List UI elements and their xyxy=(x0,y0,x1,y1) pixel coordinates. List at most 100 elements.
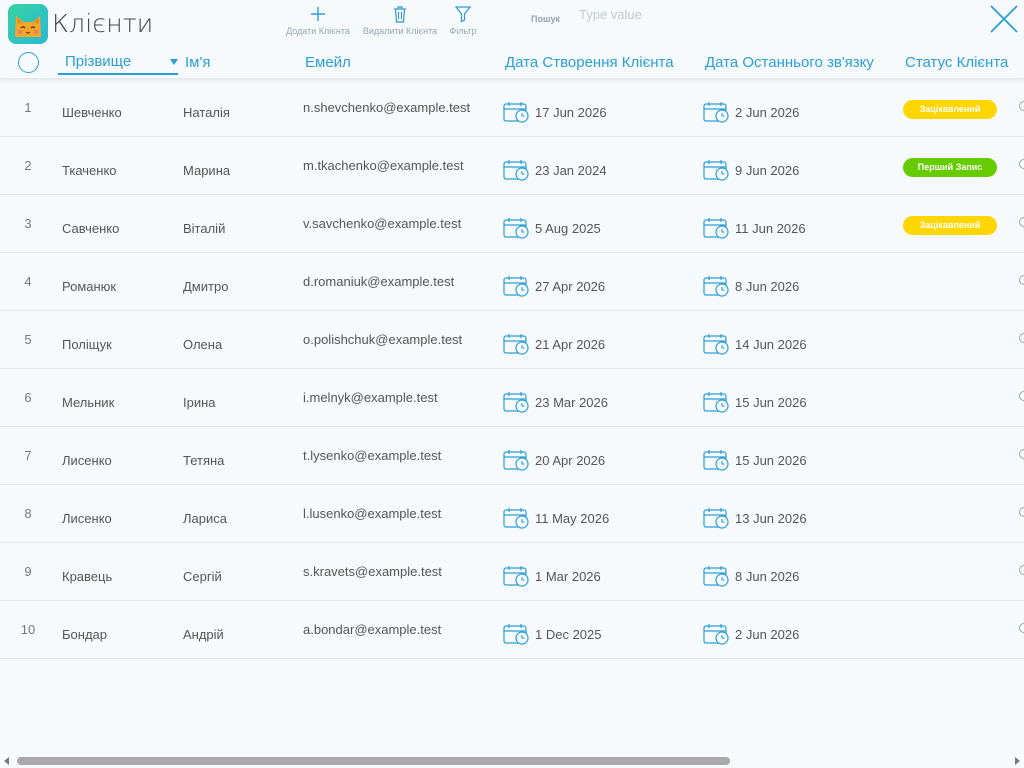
horizontal-scrollbar[interactable] xyxy=(0,754,1024,768)
column-header-last-contact[interactable]: Дата Останнього зв'язку xyxy=(705,54,874,71)
row-action-icon[interactable] xyxy=(1019,101,1024,111)
table-row[interactable]: 1 Шевченко Наталія n.shevchenko@example.tes… xyxy=(0,79,1024,137)
scroll-left-arrow-icon[interactable] xyxy=(4,757,9,765)
calendar-clock-icon xyxy=(503,564,531,591)
row-action-icon[interactable] xyxy=(1019,217,1024,227)
table-row[interactable]: 7 Лисенко Тетяна t.lysenko@example.test 20 A… xyxy=(0,427,1024,485)
created-date-text: 23 Mar 2026 xyxy=(535,395,608,410)
calendar-clock-icon xyxy=(703,158,731,185)
last-contact-date-text: 9 Jun 2026 xyxy=(735,163,800,178)
row-action-icon[interactable] xyxy=(1019,275,1024,285)
row-action-icon[interactable] xyxy=(1019,565,1024,575)
created-date-text: 1 Mar 2026 xyxy=(535,569,601,584)
status-badge[interactable]: Зацікавлений xyxy=(903,216,997,235)
last-contact-date-text: 11 Jun 2026 xyxy=(735,221,806,236)
row-action-icon[interactable] xyxy=(1019,449,1024,459)
last-name-cell: Поліщук xyxy=(62,337,112,352)
last-contact-date-text: 2 Jun 2026 xyxy=(735,627,800,642)
email-cell: o.polishchuk@example.test xyxy=(303,332,463,347)
add-client-button[interactable]: Додати Клієнта xyxy=(283,4,353,36)
table-row[interactable]: 8 Лисенко Лариса l.lusenko@example.test 11 M… xyxy=(0,485,1024,543)
sort-desc-icon[interactable] xyxy=(170,59,178,65)
calendar-clock-icon xyxy=(503,274,531,301)
row-action-icon[interactable] xyxy=(1019,623,1024,633)
table-row[interactable]: 4 Романюк Дмитро d.romaniuk@example.test 27 … xyxy=(0,253,1024,311)
created-date-text: 21 Apr 2026 xyxy=(535,337,606,352)
scroll-right-arrow-icon[interactable] xyxy=(1015,757,1020,765)
calendar-clock-icon xyxy=(503,100,531,127)
last-name-cell: Кравець xyxy=(62,569,113,584)
delete-client-button[interactable]: Видалити Клієнта xyxy=(360,4,440,36)
delete-client-label: Видалити Клієнта xyxy=(362,26,438,36)
email-cell: a.bondar@example.test xyxy=(303,622,442,637)
row-number: 9 xyxy=(24,564,32,579)
first-name-cell: Андрій xyxy=(183,627,224,642)
email-cell: t.lysenko@example.test xyxy=(303,448,442,463)
calendar-clock-icon xyxy=(703,564,731,591)
table-row[interactable]: 10 Бондар Андрій a.bondar@example.test 1 Dec… xyxy=(0,601,1024,659)
status-cell: Зацікавлений xyxy=(903,216,997,235)
table-row[interactable]: 9 Кравець Сергій s.kravets@example.test 1 Ma… xyxy=(0,543,1024,601)
close-icon xyxy=(990,5,1018,33)
calendar-clock-icon xyxy=(503,622,531,649)
row-action-icon[interactable] xyxy=(1019,159,1024,169)
row-action-icon[interactable] xyxy=(1019,507,1024,517)
column-header-email[interactable]: Емейл xyxy=(305,54,351,71)
page-title: Клієнти xyxy=(52,9,154,38)
search-label: Пошук xyxy=(531,14,560,24)
add-client-label: Додати Клієнта xyxy=(286,26,350,36)
row-number: 4 xyxy=(24,274,32,289)
created-date-text: 1 Dec 2025 xyxy=(535,627,602,642)
first-name-cell: Тетяна xyxy=(183,453,225,468)
email-cell: s.kravets@example.test xyxy=(303,564,442,579)
row-number: 2 xyxy=(24,158,32,173)
table-row[interactable]: 3 Савченко Віталій v.savchenko@example.test… xyxy=(0,195,1024,253)
last-contact-date-text: 13 Jun 2026 xyxy=(735,511,807,526)
row-number: 6 xyxy=(24,390,32,405)
calendar-clock-icon xyxy=(703,506,731,533)
calendar-clock-icon xyxy=(703,100,731,127)
table-row[interactable]: 5 Поліщук Олена o.polishchuk@example.test 21… xyxy=(0,311,1024,369)
calendar-clock-icon xyxy=(703,390,731,417)
email-cell: d.romaniuk@example.test xyxy=(303,274,455,289)
row-action-icon[interactable] xyxy=(1019,391,1024,401)
plus-icon xyxy=(311,7,325,21)
calendar-clock-icon xyxy=(703,274,731,301)
cat-face-icon xyxy=(8,4,48,44)
last-name-cell: Мельник xyxy=(62,395,115,410)
column-header-created[interactable]: Дата Створення Клієнта xyxy=(505,54,674,71)
status-badge[interactable]: Перший Запис xyxy=(903,158,997,177)
first-name-cell: Дмитро xyxy=(183,279,229,294)
row-number: 3 xyxy=(24,216,32,231)
calendar-clock-icon xyxy=(703,332,731,359)
close-button[interactable] xyxy=(988,3,1020,35)
email-cell: l.lusenko@example.test xyxy=(303,506,442,521)
calendar-clock-icon xyxy=(703,216,731,243)
first-name-cell: Сергій xyxy=(183,569,222,584)
last-name-cell: Лисенко xyxy=(62,453,112,468)
calendar-clock-icon xyxy=(703,622,731,649)
calendar-clock-icon xyxy=(703,448,731,475)
calendar-clock-icon xyxy=(503,158,531,185)
created-date-text: 27 Apr 2026 xyxy=(535,279,606,294)
top-bar: Клієнти Додати Клієнта Видалити Клієнта … xyxy=(0,0,1024,48)
row-number: 1 xyxy=(24,100,32,115)
first-name-cell: Наталія xyxy=(183,105,230,120)
first-name-cell: Лариса xyxy=(183,511,227,526)
email-cell: n.shevchenko@example.test xyxy=(303,100,471,115)
last-contact-date-text: 2 Jun 2026 xyxy=(735,105,800,120)
filter-icon xyxy=(454,6,472,23)
table-row[interactable]: 6 Мельник Ірина i.melnyk@example.test 23 Mar… xyxy=(0,369,1024,427)
column-header-last-name[interactable]: Прізвище xyxy=(58,53,178,75)
created-date-text: 17 Jun 2026 xyxy=(535,105,607,120)
column-header-status[interactable]: Статус Клієнта xyxy=(905,54,1008,71)
status-badge[interactable]: Зацікавлений xyxy=(903,100,997,119)
search-input[interactable] xyxy=(575,4,753,24)
select-all-checkbox[interactable] xyxy=(18,52,39,73)
filter-button[interactable]: Фільтр xyxy=(446,4,480,36)
client-table-body: 1 Шевченко Наталія n.shevchenko@example.tes… xyxy=(0,79,1024,659)
scrollbar-thumb[interactable] xyxy=(17,757,730,765)
column-header-first-name[interactable]: Ім'я xyxy=(185,54,210,71)
table-row[interactable]: 2 Ткаченко Марина m.tkachenko@example.test 2… xyxy=(0,137,1024,195)
row-action-icon[interactable] xyxy=(1019,333,1024,343)
